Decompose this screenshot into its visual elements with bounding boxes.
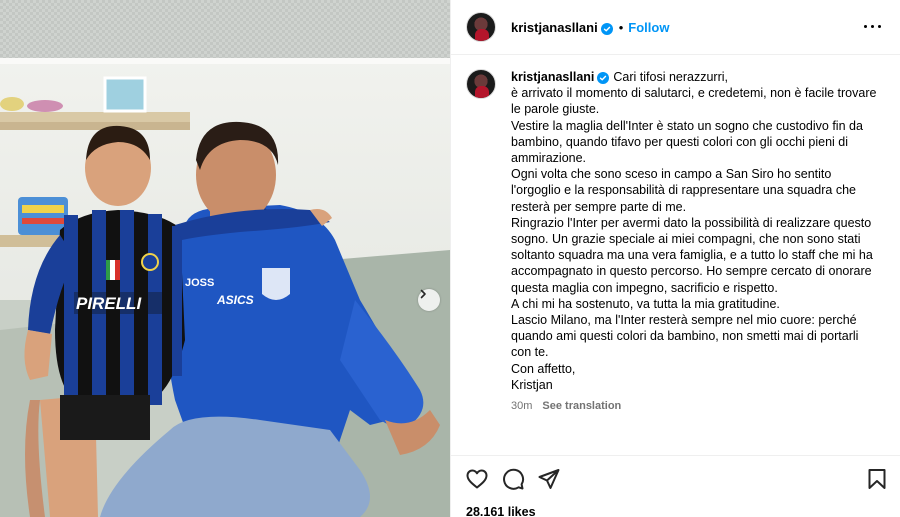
verified-badge-icon bbox=[597, 72, 610, 84]
save-button[interactable] bbox=[865, 467, 889, 491]
like-button[interactable] bbox=[465, 467, 489, 491]
likes-label: likes bbox=[507, 505, 536, 517]
kid-shorts bbox=[60, 395, 150, 440]
caption-greeting: Cari tifosi nerazzurri, bbox=[613, 70, 728, 84]
kid-jersey-text: PIRELLI bbox=[76, 294, 142, 313]
likes-count[interactable]: 28.161 likes bbox=[466, 505, 536, 517]
picture-frame bbox=[103, 76, 147, 113]
photo-illustration: JOSS ASICS PIRELLI bbox=[0, 0, 450, 517]
caption-line: Kristjan bbox=[511, 377, 553, 392]
caption-line: Vestire la maglia dell'Inter è stato un … bbox=[511, 118, 867, 166]
see-translation-link[interactable]: See translation bbox=[542, 400, 621, 412]
likes-number: 28.161 bbox=[466, 505, 505, 517]
share-button[interactable] bbox=[537, 467, 561, 491]
more-options-button[interactable] bbox=[861, 17, 885, 37]
post-caption: kristjanasllani Cari tifosi nerazzurri, è… bbox=[511, 69, 881, 393]
action-bar: 28.161 likes bbox=[451, 455, 900, 517]
post-photo[interactable]: JOSS ASICS PIRELLI bbox=[0, 0, 450, 517]
adult-sponsor-text: JOSS bbox=[185, 277, 214, 289]
caption-line: Lascio Milano, ma l'Inter resterà sempre… bbox=[511, 313, 862, 360]
avatar[interactable] bbox=[466, 12, 496, 42]
comment-button[interactable] bbox=[501, 467, 525, 491]
heart-icon bbox=[466, 469, 488, 489]
caption-line: kristjanasllani Cari tifosi nerazzurri, bbox=[511, 69, 881, 85]
caption-username[interactable]: kristjanasllani bbox=[511, 70, 594, 84]
post-panel: kristjanasllani • Follow kristjanasllani Ca… bbox=[450, 0, 900, 517]
caption-line: è arrivato il momento di salutarci, e cr… bbox=[511, 86, 880, 117]
adult-crest bbox=[262, 268, 290, 300]
share-icon bbox=[538, 469, 560, 489]
caption-line: Con affetto, bbox=[511, 361, 576, 376]
caption-avatar[interactable] bbox=[466, 69, 496, 99]
bookmark-icon bbox=[868, 469, 886, 489]
adult-jersey-text: ASICS bbox=[216, 293, 254, 307]
comment-icon bbox=[503, 468, 525, 490]
chevron-right-icon bbox=[420, 289, 426, 299]
timestamp[interactable]: 30m bbox=[511, 400, 532, 412]
shelf bbox=[0, 112, 190, 122]
toy-box bbox=[18, 197, 68, 235]
caption-line: Ogni volta che sono sceso in campo a San… bbox=[511, 167, 860, 214]
header-user-row: kristjanasllani • Follow bbox=[511, 19, 669, 37]
header-username[interactable]: kristjanasllani bbox=[511, 20, 598, 35]
kid-inter-crest bbox=[141, 253, 159, 271]
separator-dot: • bbox=[618, 20, 624, 35]
caption-meta: 30m See translation bbox=[511, 400, 621, 412]
post-header: kristjanasllani • Follow bbox=[451, 0, 900, 55]
carousel-next-button[interactable] bbox=[418, 289, 440, 311]
caption-line: Ringrazio l'Inter per avermi dato la pos… bbox=[511, 215, 877, 295]
caption-line: A chi mi ha sostenuto, va tutta la mia g… bbox=[511, 296, 780, 311]
follow-button[interactable]: Follow bbox=[628, 20, 669, 35]
verified-badge-icon bbox=[600, 23, 613, 35]
